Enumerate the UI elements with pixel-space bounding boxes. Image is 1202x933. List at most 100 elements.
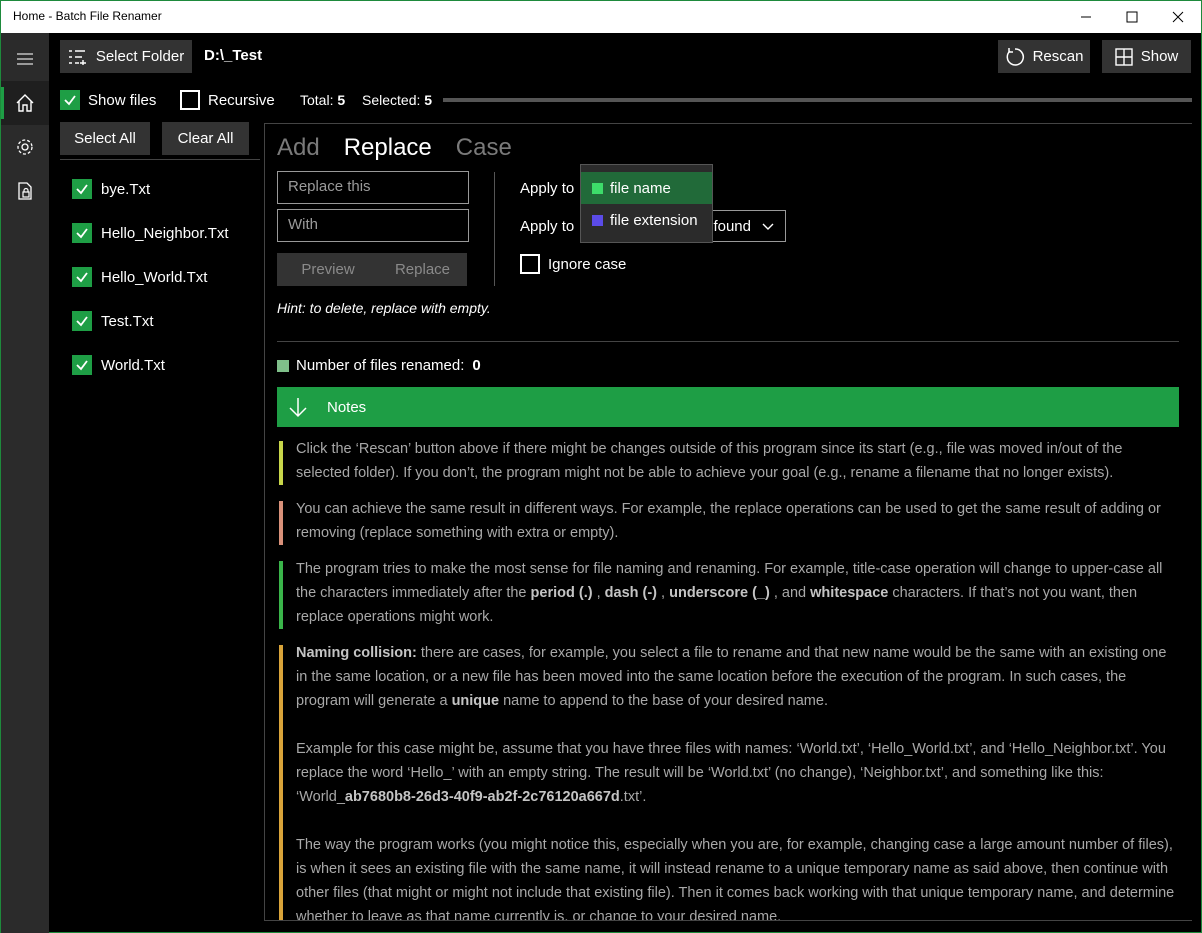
file-item[interactable]: Hello_Neighbor.Txt [72, 223, 229, 243]
clear-all-label: Clear All [177, 130, 234, 147]
apply-to-dropdown-popup: file name file extension [580, 164, 713, 243]
total-label: Total: [300, 92, 334, 108]
refresh-icon [1006, 47, 1024, 66]
hamburger-icon [17, 53, 33, 65]
checkbox-box [180, 90, 200, 110]
minimize-icon [1081, 16, 1091, 18]
checkbox-box [60, 90, 80, 110]
note-item: The program tries to make the most sense… [279, 557, 1179, 629]
file-checkbox[interactable] [72, 223, 92, 243]
renamed-value: 0 [472, 357, 481, 374]
file-checkbox[interactable] [72, 355, 92, 375]
note-accent [279, 645, 283, 920]
file-checkbox[interactable] [72, 179, 92, 199]
select-folder-button[interactable]: Select Folder [60, 40, 192, 73]
tab-case[interactable]: Case [456, 134, 512, 162]
nav-rail [1, 33, 49, 933]
recursive-checkbox[interactable]: Recursive [180, 90, 275, 110]
home-icon [16, 94, 34, 112]
horizontal-divider [277, 341, 1179, 342]
option-file-extension[interactable]: file extension [581, 204, 712, 236]
option-file-name[interactable]: file name [581, 172, 712, 204]
notes-expander[interactable]: Notes [277, 387, 1179, 427]
note-accent [279, 501, 283, 545]
title-bar: Home - Batch File Renamer [1, 1, 1201, 33]
select-all-button[interactable]: Select All [60, 122, 150, 155]
tab-replace[interactable]: Replace [344, 134, 432, 162]
nav-privacy[interactable] [1, 169, 49, 213]
operation-tabs: Add Replace Case [277, 134, 512, 162]
window-title: Home - Batch File Renamer [13, 9, 162, 23]
clear-all-button[interactable]: Clear All [162, 122, 249, 155]
file-item[interactable]: bye.Txt [72, 179, 150, 199]
nav-home[interactable] [1, 81, 49, 125]
document-lock-icon [18, 182, 32, 200]
color-swatch-icon [592, 214, 603, 226]
note-item: You can achieve the same result in diffe… [279, 497, 1179, 545]
rescan-button[interactable]: Rescan [998, 40, 1090, 73]
note-paragraph: Naming collision: there are cases, for e… [296, 645, 1167, 709]
ignore-case-label: Ignore case [548, 255, 627, 273]
option-label: file extension [610, 211, 698, 229]
show-files-checkbox[interactable]: Show files [60, 90, 156, 110]
show-label: Show [1140, 48, 1179, 65]
arrow-down-icon [289, 398, 307, 418]
file-item[interactable]: World.Txt [72, 355, 165, 375]
option-label: file name [610, 179, 671, 197]
checkmark-icon [76, 272, 88, 283]
note-text: You can achieve the same result in diffe… [296, 501, 1161, 541]
file-name: Test.Txt [101, 312, 154, 330]
renamed-status: Number of files renamed: 0 [277, 357, 481, 374]
preview-button[interactable]: Preview [277, 253, 379, 286]
file-name: bye.Txt [101, 180, 151, 198]
maximize-icon [1126, 11, 1138, 23]
note-accent [279, 561, 283, 629]
app-window: Home - Batch File Renamer Select Folder … [0, 0, 1202, 933]
notes-title: Notes [327, 398, 367, 416]
total-count: Total: 5 [300, 92, 345, 108]
with-input[interactable]: With [277, 209, 469, 242]
minimize-button[interactable] [1063, 1, 1109, 33]
file-list: bye.Txt Hello_Neighbor.Txt Hello_World.T… [60, 159, 260, 375]
note-paragraph: The way the program works (you might not… [296, 837, 1175, 921]
checkbox-box [520, 254, 540, 274]
recursive-label: Recursive [208, 91, 275, 109]
note-paragraph: Example for this case might be, assume t… [296, 741, 1166, 805]
total-value: 5 [337, 92, 346, 108]
folder-path: D:\_Test [204, 47, 263, 64]
selected-label: Selected: [362, 92, 421, 108]
ignore-case-checkbox[interactable]: Ignore case [520, 254, 626, 274]
file-name: Hello_World.Txt [101, 268, 208, 286]
color-swatch-icon [592, 182, 603, 194]
note-item: Click the ‘Rescan’ button above if there… [279, 437, 1179, 485]
hint-text: Hint: to delete, replace with empty. [277, 300, 491, 316]
list-add-icon [68, 49, 86, 65]
file-item[interactable]: Test.Txt [72, 311, 154, 331]
checkmark-icon [64, 95, 76, 106]
show-button[interactable]: Show [1102, 40, 1191, 73]
maximize-button[interactable] [1109, 1, 1155, 33]
renamed-label: Number of files renamed: [296, 357, 465, 374]
close-button[interactable] [1155, 1, 1201, 33]
chevron-down-icon [762, 223, 774, 230]
note-text: The program tries to make the most sense… [296, 561, 1163, 625]
select-folder-label: Select Folder [95, 48, 185, 65]
file-name: Hello_Neighbor.Txt [101, 224, 229, 242]
selected-value: 5 [424, 92, 433, 108]
checkmark-icon [76, 316, 88, 327]
gear-icon [17, 139, 33, 155]
tab-add[interactable]: Add [277, 134, 320, 162]
replace-button[interactable]: Replace [378, 253, 467, 286]
checkmark-icon [76, 184, 88, 195]
note-item: Naming collision: there are cases, for e… [279, 641, 1179, 921]
hamburger-menu-button[interactable] [1, 37, 49, 81]
file-checkbox[interactable] [72, 267, 92, 287]
note-text: Click the ‘Rescan’ button above if there… [296, 441, 1123, 481]
replace-this-input[interactable]: Replace this [277, 171, 469, 204]
nav-settings[interactable] [1, 125, 49, 169]
file-item[interactable]: Hello_World.Txt [72, 267, 207, 287]
close-icon [1172, 11, 1184, 23]
checkmark-icon [76, 360, 88, 371]
apply-to-label: Apply to [520, 218, 575, 235]
file-checkbox[interactable] [72, 311, 92, 331]
